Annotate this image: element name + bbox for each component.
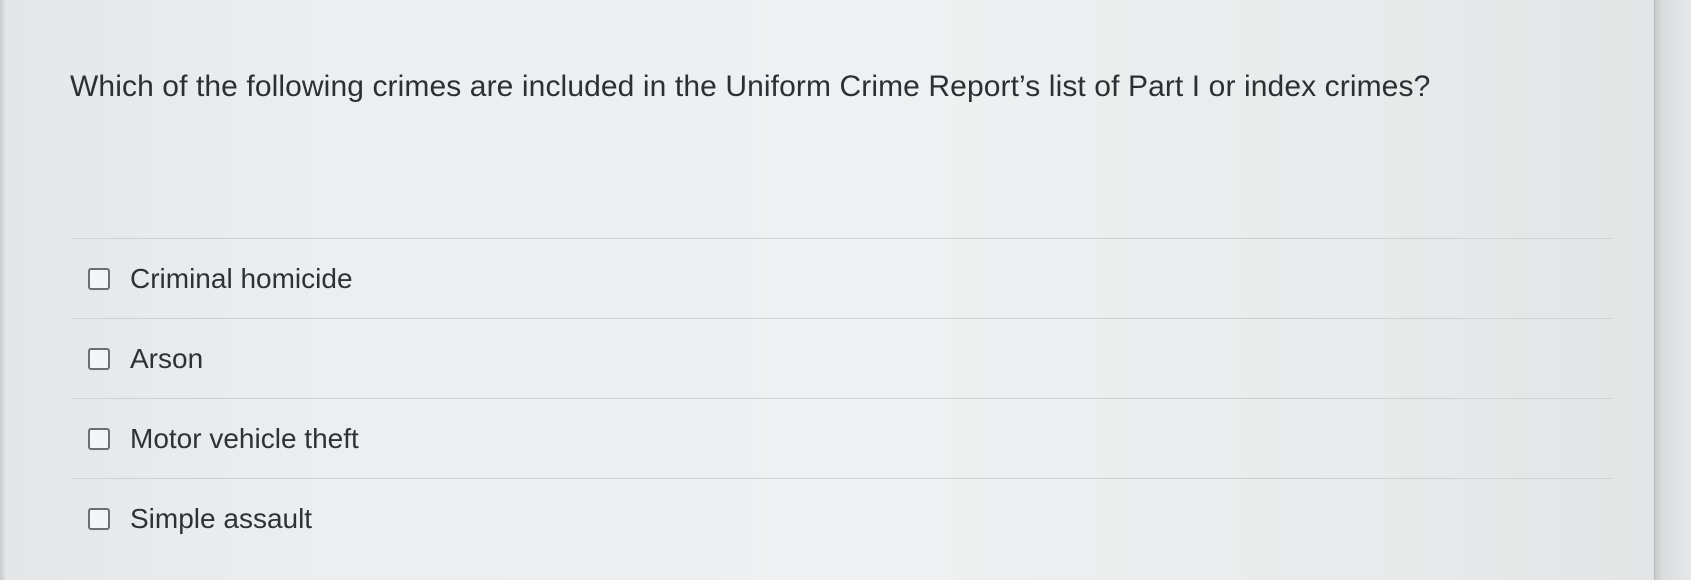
option-arson[interactable]: Arson — [72, 319, 1612, 398]
checkbox-simple-assault[interactable] — [88, 507, 110, 530]
option-label[interactable]: Criminal homicide — [130, 263, 353, 295]
checkbox-criminal-homicide[interactable] — [88, 267, 110, 290]
checkbox-arson[interactable] — [88, 347, 110, 370]
question-text: Which of the following crimes are includ… — [70, 70, 1431, 103]
scrollbar-track[interactable] — [1654, 0, 1691, 580]
option-criminal-homicide[interactable]: Criminal homicide — [72, 239, 1612, 318]
option-label[interactable]: Simple assault — [130, 503, 312, 535]
option-motor-vehicle-theft[interactable]: Motor vehicle theft — [72, 399, 1612, 478]
option-label[interactable]: Arson — [130, 343, 203, 375]
option-simple-assault[interactable]: Simple assault — [72, 479, 1612, 558]
quiz-screen: Which of the following crimes are includ… — [0, 0, 1691, 580]
option-label[interactable]: Motor vehicle theft — [130, 423, 359, 455]
answer-options: Criminal homicide Arson Motor vehicle th… — [72, 238, 1612, 558]
left-border — [0, 0, 6, 580]
checkbox-motor-vehicle-theft[interactable] — [88, 427, 110, 450]
